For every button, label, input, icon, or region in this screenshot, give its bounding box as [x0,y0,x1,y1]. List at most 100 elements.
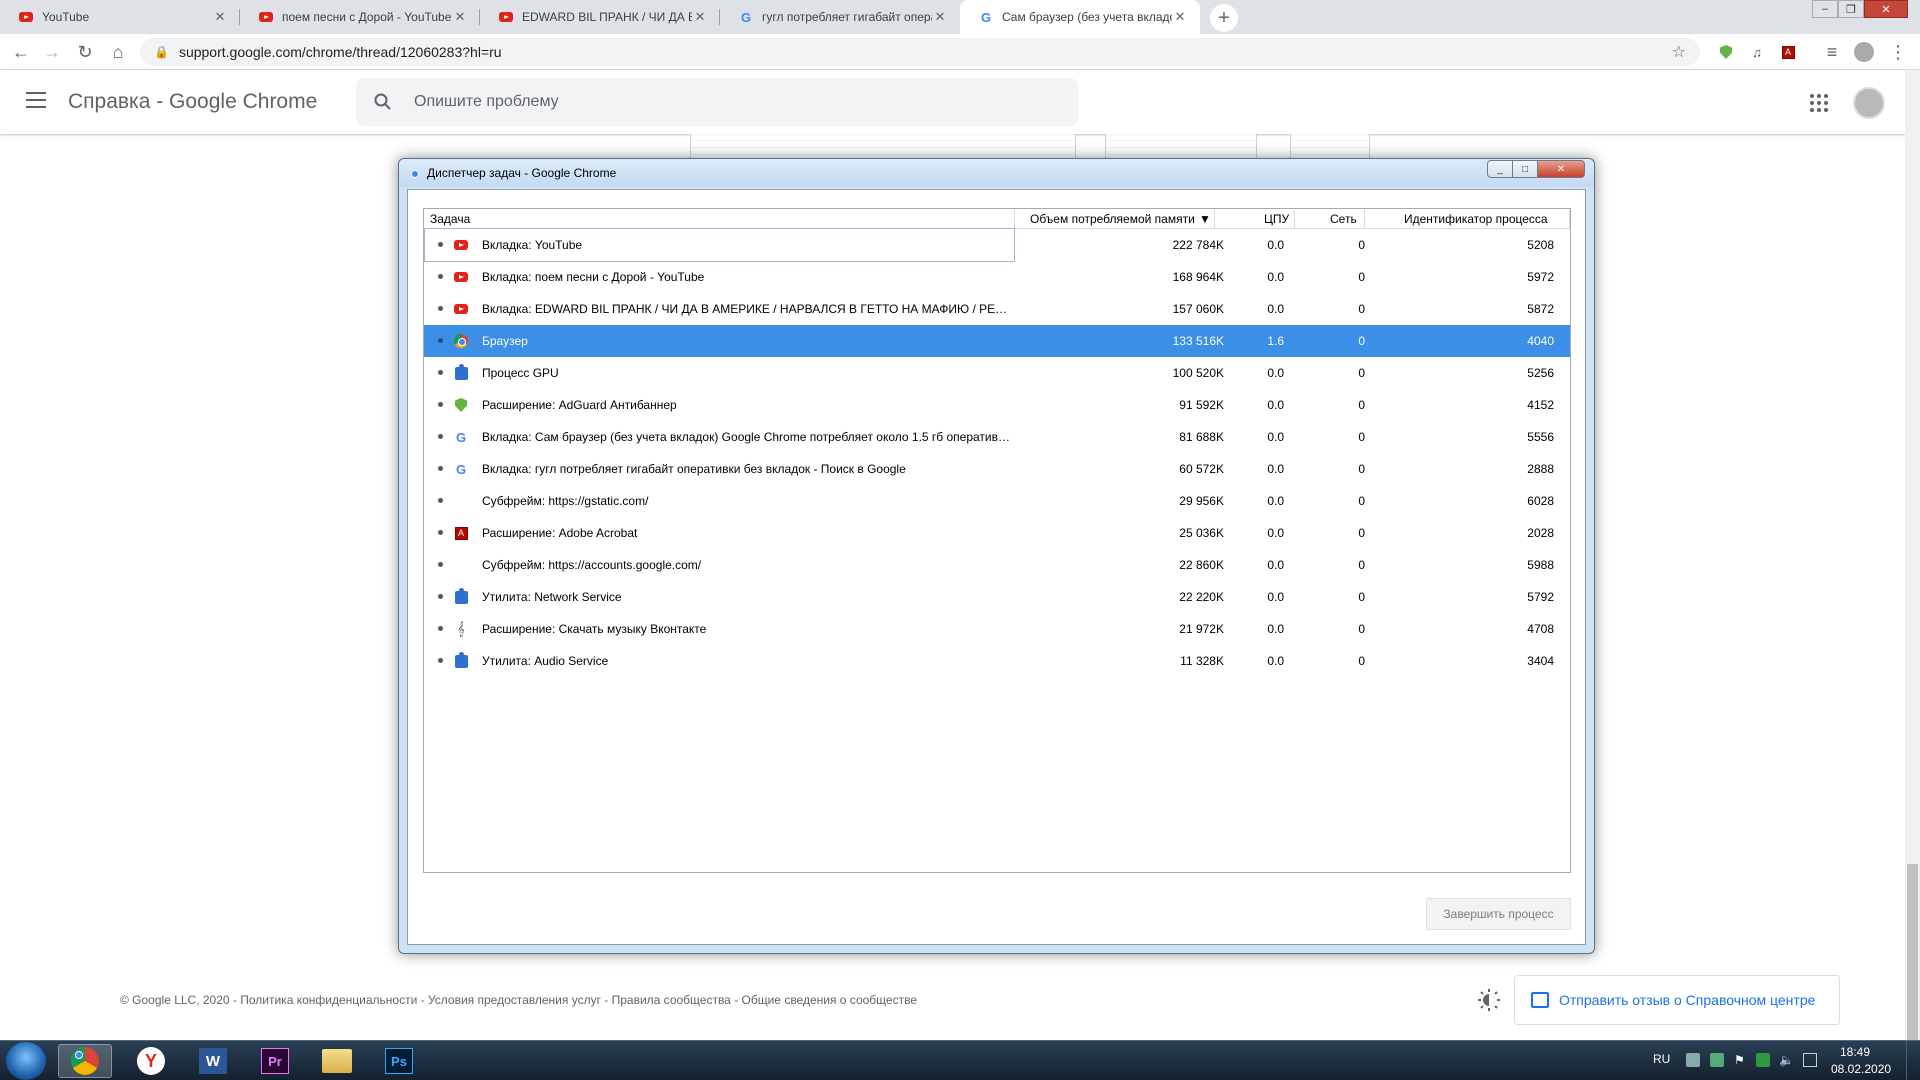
taskbar-chrome[interactable] [58,1044,112,1078]
nvidia-tray-icon[interactable] [1710,1053,1724,1067]
flag-tray-icon[interactable]: ⚑ [1734,1053,1748,1067]
youtube-icon [454,270,468,284]
row-bullet [438,530,443,535]
tab-help-thread[interactable]: G Сам браузер (без учета вкладок ✕ [960,0,1200,34]
tab-edward[interactable]: EDWARD BIL ПРАНК / ЧИ ДА В А ✕ [480,0,720,34]
table-row[interactable]: Вкладка: EDWARD BIL ПРАНК / ЧИ ДА В АМЕР… [424,293,1570,325]
language-indicator[interactable]: RU [1653,1052,1670,1066]
close-icon[interactable]: ✕ [1172,9,1188,25]
search-input[interactable]: Опишите проблему [356,78,1078,126]
hamburger-menu-icon[interactable] [26,92,46,108]
puzzle-icon [454,651,468,668]
memory-value: 22 220K [1179,590,1224,604]
table-row[interactable]: Процесс GPU 100 520K 0.0 0 5256 [424,357,1570,389]
memory-value: 60 572K [1179,462,1224,476]
end-process-button[interactable]: Завершить процесс [1426,898,1571,930]
table-row[interactable]: Утилита: Network Service 22 220K 0.0 0 5792 [424,581,1570,613]
youtube-icon [498,9,514,25]
new-tab-button[interactable]: + [1210,4,1238,32]
table-row[interactable]: Вкладка: YouTube 222 784K 0.0 0 5208 [424,228,1570,262]
footer-links[interactable]: © Google LLC, 2020 - Политика конфиденци… [120,993,917,1007]
dialog-titlebar[interactable]: Диспетчер задач - Google Chrome _ □ ✕ [399,159,1594,187]
table-row[interactable]: Вкладка: поем песни с Дорой - YouTube 168… [424,261,1570,293]
cpu-value: 0.0 [1267,558,1284,572]
column-header-pid[interactable]: Идентификатор процесса [1404,212,1548,226]
show-desktop-button[interactable] [1906,1041,1920,1080]
close-icon[interactable]: ✕ [692,9,708,25]
memory-value: 21 972K [1179,622,1224,636]
tab-title: поем песни с Дорой - YouTube [282,10,452,24]
column-header-task[interactable]: Задача [430,212,470,226]
close-icon[interactable]: ✕ [932,9,948,25]
acrobat-extension-icon[interactable]: A [1776,40,1800,64]
avatar[interactable] [1853,87,1885,119]
table-row[interactable]: Расширение: AdGuard Антибаннер 91 592K 0.0… [424,389,1570,421]
apps-grid-icon[interactable] [1810,94,1828,112]
tab-google-search[interactable]: G гугл потребляет гигабайт опера ✕ [720,0,960,34]
tab-dora[interactable]: поем песни с Дорой - YouTube ✕ [240,0,480,34]
home-icon[interactable]: ⌂ [106,40,130,64]
column-header-cpu[interactable]: ЦПУ [1264,212,1289,226]
task-name: Вкладка: гугл потребляет гигабайт операт… [482,462,906,476]
music-note-icon: 𝄞 [457,621,465,636]
table-row[interactable]: Утилита: Audio Service 11 328K 0.0 0 3404 [424,645,1570,677]
page-scrollbar[interactable] [1905,70,1920,1080]
taskbar-explorer[interactable] [310,1044,364,1078]
bookmark-star-icon[interactable]: ☆ [1672,42,1686,62]
music-extension-icon[interactable]: ♫ [1745,40,1769,64]
adguard-extension-icon[interactable] [1714,40,1738,64]
windows-taskbar: Y W Pr Ps RU ⚑ 🔈 18:49 08.02.2020 [0,1040,1920,1080]
clock-time[interactable]: 18:49 [1840,1045,1870,1059]
column-header-network[interactable]: Сеть [1330,212,1357,226]
table-row[interactable]: Браузер 133 516K 1.6 0 4040 [424,325,1570,357]
back-icon[interactable]: ← [9,40,33,64]
row-bullet [438,306,443,311]
battery-tray-icon[interactable] [1756,1053,1770,1067]
notification-icon[interactable] [1803,1053,1817,1067]
restore-window-button[interactable]: ❐ [1838,0,1864,18]
clock-date[interactable]: 08.02.2020 [1831,1062,1891,1076]
task-name: Утилита: Audio Service [482,654,609,668]
dark-theme-icon[interactable] [1478,989,1500,1011]
dialog-close-button[interactable]: ✕ [1537,160,1585,178]
address-bar[interactable]: 🔒 support.google.com/chrome/thread/12060… [140,38,1700,66]
table-row[interactable]: 𝄞 Расширение: Скачать музыку Вконтакте 21 … [424,613,1570,645]
chrome-icon [71,1047,99,1075]
close-window-button[interactable]: ✕ [1864,0,1908,18]
process-id-value: 5988 [1527,558,1554,572]
table-row[interactable]: Субфрейм: https://gstatic.com/29 956K 0.0… [424,485,1570,517]
tab-youtube[interactable]: YouTube ✕ [0,0,240,34]
taskbar-premiere[interactable]: Pr [248,1044,302,1078]
table-row[interactable]: G Вкладка: Сам браузер (без учета вкладок… [424,421,1570,453]
taskbar-yandex[interactable]: Y [124,1044,178,1078]
dialog-maximize-button[interactable]: □ [1512,160,1538,178]
taskbar-word[interactable]: W [186,1044,240,1078]
row-bullet [438,434,443,439]
start-button[interactable] [6,1042,46,1080]
send-feedback-button[interactable]: Отправить отзыв о Справочном центре [1514,975,1840,1025]
volume-icon[interactable]: 🔈 [1779,1053,1794,1067]
table-row[interactable]: G Вкладка: гугл потребляет гигабайт опера… [424,453,1570,485]
memory-value: 157 060K [1172,302,1224,316]
media-controls-icon[interactable]: ≡ [1820,40,1844,64]
reload-icon[interactable]: ↻ [73,40,97,64]
row-bullet [438,370,443,375]
dialog-minimize-button[interactable]: _ [1487,160,1513,178]
process-id-value: 5208 [1527,238,1554,252]
close-icon[interactable]: ✕ [212,9,228,25]
network-tray-icon[interactable] [1686,1053,1700,1067]
process-id-value: 5556 [1527,430,1554,444]
memory-value: 100 520K [1172,366,1224,380]
taskbar-photoshop[interactable]: Ps [372,1044,426,1078]
process-id-value: 2888 [1527,462,1554,476]
close-icon[interactable]: ✕ [452,9,468,25]
column-header-memory[interactable]: Объем потребляемой памяти [1030,212,1195,226]
table-row[interactable]: A Расширение: Adobe Acrobat 25 036K 0.0 0 202… [424,517,1570,549]
tab-title: YouTube [42,10,90,24]
forward-icon[interactable]: → [40,40,64,64]
profile-avatar-icon[interactable] [1852,40,1876,64]
google-icon: G [740,9,752,25]
minimize-window-button[interactable]: – [1812,0,1838,18]
table-row[interactable]: Субфрейм: https://accounts.google.com/22… [424,549,1570,581]
menu-kebab-icon[interactable]: ⋮ [1886,40,1910,64]
